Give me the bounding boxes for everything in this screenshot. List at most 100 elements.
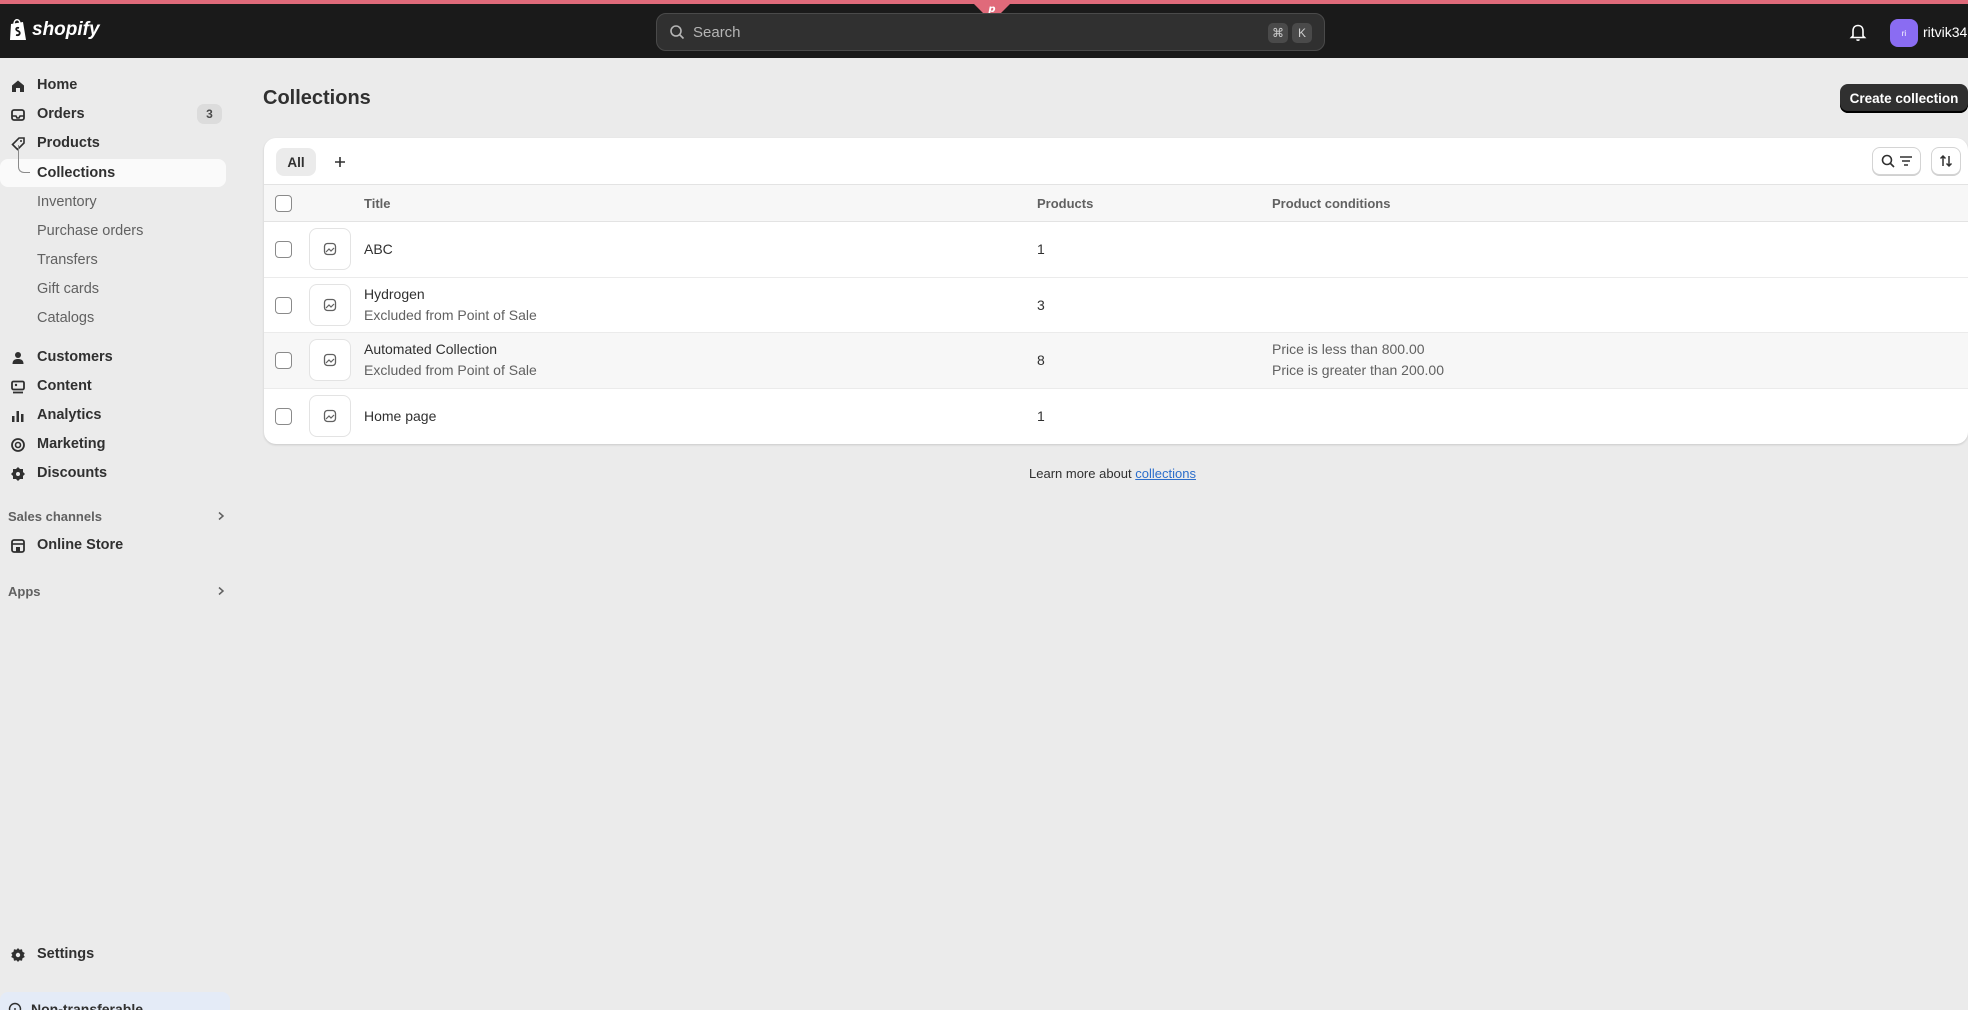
row-checkbox[interactable] <box>275 297 292 314</box>
sort-icon <box>1939 154 1953 168</box>
sidebar-item-purchase-orders[interactable]: Purchase orders <box>0 217 226 245</box>
plus-icon <box>335 157 345 167</box>
sidebar-item-label: Catalogs <box>37 310 95 326</box>
chevron-right-icon <box>218 511 225 521</box>
analytics-icon <box>12 411 24 422</box>
sidebar-item-label: Products <box>37 135 100 151</box>
collections-help-link[interactable]: collections <box>1135 466 1196 481</box>
column-title[interactable]: Title <box>364 196 391 211</box>
learn-more-text: Learn more about collections <box>1029 466 1196 481</box>
row-checkbox[interactable] <box>275 408 292 425</box>
sidebar-item-label: Marketing <box>37 436 106 452</box>
store-icon <box>11 539 25 553</box>
collection-thumbnail <box>309 284 351 326</box>
table-header: Title Products Product conditions <box>264 184 1968 222</box>
sales-channels-header[interactable]: Sales channels <box>8 504 225 528</box>
sidebar-item-transfers[interactable]: Transfers <box>0 246 226 274</box>
collections-table-card: All Title Products Product conditions AB… <box>264 138 1968 444</box>
sidebar-item-orders[interactable]: Orders 3 <box>0 100 226 128</box>
person-icon <box>12 352 24 364</box>
image-placeholder-icon <box>323 409 337 423</box>
table-row[interactable]: ABC 1 <box>264 222 1968 278</box>
row-checkbox[interactable] <box>275 352 292 369</box>
row-checkbox[interactable] <box>275 241 292 258</box>
sidebar-item-label: Transfers <box>37 252 98 268</box>
info-icon <box>8 1002 22 1010</box>
search-input[interactable]: Search ⌘ K <box>656 13 1325 51</box>
collection-thumbnail <box>309 395 351 437</box>
search-icon <box>1881 154 1895 168</box>
collection-title[interactable]: Automated Collection <box>364 341 497 357</box>
target-icon <box>11 438 25 452</box>
orders-icon <box>11 109 25 121</box>
collection-subtitle: Excluded from Point of Sale <box>364 307 537 323</box>
orders-count-badge: 3 <box>197 104 222 124</box>
chevron-right-icon <box>218 586 225 596</box>
create-collection-button[interactable]: Create collection <box>1840 84 1968 113</box>
product-condition: Price is less than 800.00 <box>1272 341 1425 357</box>
apps-label: Apps <box>8 583 41 599</box>
logo-text: shopify <box>32 19 100 40</box>
sidebar-item-gift-cards[interactable]: Gift cards <box>0 275 226 303</box>
column-products[interactable]: Products <box>1037 196 1093 211</box>
sidebar-item-label: Content <box>37 378 92 394</box>
sidebar-item-products[interactable]: Products <box>0 129 226 157</box>
sidebar-item-content[interactable]: Content <box>0 372 226 400</box>
sidebar-item-online-store[interactable]: Online Store <box>0 531 226 559</box>
image-placeholder-icon <box>323 242 337 256</box>
shopify-bag-icon <box>10 19 26 40</box>
search-filter-button[interactable] <box>1872 147 1921 175</box>
filter-icon <box>1899 156 1912 166</box>
sidebar-item-label: Gift cards <box>37 281 100 297</box>
sidebar-item-inventory[interactable]: Inventory <box>0 188 226 216</box>
sidebar-item-label: Orders <box>37 106 85 122</box>
non-transferable-banner[interactable]: Non-transferable <box>0 992 230 1010</box>
column-product-conditions[interactable]: Product conditions <box>1272 196 1390 211</box>
table-row[interactable]: Hydrogen Excluded from Point of Sale 3 <box>264 278 1968 333</box>
sidebar-item-settings[interactable]: Settings <box>0 940 226 968</box>
gear-icon <box>11 948 25 962</box>
products-count: 1 <box>1037 241 1045 257</box>
sidebar-item-label: Settings <box>37 946 95 962</box>
username[interactable]: ritvik34 <box>1923 24 1967 40</box>
sidebar-item-home[interactable]: Home <box>0 71 226 99</box>
sidebar-item-label: Discounts <box>37 465 108 481</box>
collection-subtitle: Excluded from Point of Sale <box>364 362 537 378</box>
sidebar-item-label: Collections <box>37 165 116 181</box>
table-row[interactable]: Home page 1 <box>264 389 1968 444</box>
sidebar-item-catalogs[interactable]: Catalogs <box>0 304 226 332</box>
products-count: 8 <box>1037 352 1045 368</box>
non-transferable-label: Non-transferable <box>31 1001 144 1010</box>
sidebar-item-label: Analytics <box>37 407 102 423</box>
sort-button[interactable] <box>1931 147 1961 175</box>
bell-icon[interactable] <box>1848 22 1868 42</box>
shopify-logo[interactable]: shopify <box>8 18 100 42</box>
product-condition: Price is greater than 200.00 <box>1272 362 1444 378</box>
collection-title[interactable]: Home page <box>364 408 436 424</box>
add-view-button[interactable] <box>328 150 352 174</box>
collection-title[interactable]: ABC <box>364 241 393 257</box>
collection-title[interactable]: Hydrogen <box>364 286 425 302</box>
sidebar-item-label: Inventory <box>37 194 97 210</box>
search-placeholder: Search <box>693 23 741 41</box>
sidebar-item-customers[interactable]: Customers <box>0 343 226 371</box>
branch-connector <box>18 145 30 173</box>
sidebar-item-marketing[interactable]: Marketing <box>0 430 226 458</box>
avatar[interactable]: ri <box>1890 19 1918 47</box>
apps-header[interactable]: Apps <box>8 579 225 603</box>
sidebar-item-analytics[interactable]: Analytics <box>0 401 226 429</box>
sidebar-item-discounts[interactable]: Discounts <box>0 459 226 487</box>
home-icon <box>12 80 24 92</box>
products-count: 3 <box>1037 297 1045 313</box>
top-bar: shopify p Search ⌘ K ri ritvik34 <box>0 0 1968 58</box>
select-all-checkbox[interactable] <box>275 195 292 212</box>
learn-more-prefix: Learn more about <box>1029 466 1132 481</box>
sidebar-item-label: Customers <box>37 349 113 365</box>
sidebar-item-collections[interactable]: Collections <box>0 145 226 187</box>
tab-all[interactable]: All <box>276 148 316 176</box>
discount-icon <box>11 467 25 481</box>
search-icon <box>670 25 685 40</box>
products-count: 1 <box>1037 408 1045 424</box>
sidebar: Home Orders 3 Products Collections Inven… <box>0 58 238 1010</box>
table-row[interactable]: Automated Collection Excluded from Point… <box>264 333 1968 389</box>
